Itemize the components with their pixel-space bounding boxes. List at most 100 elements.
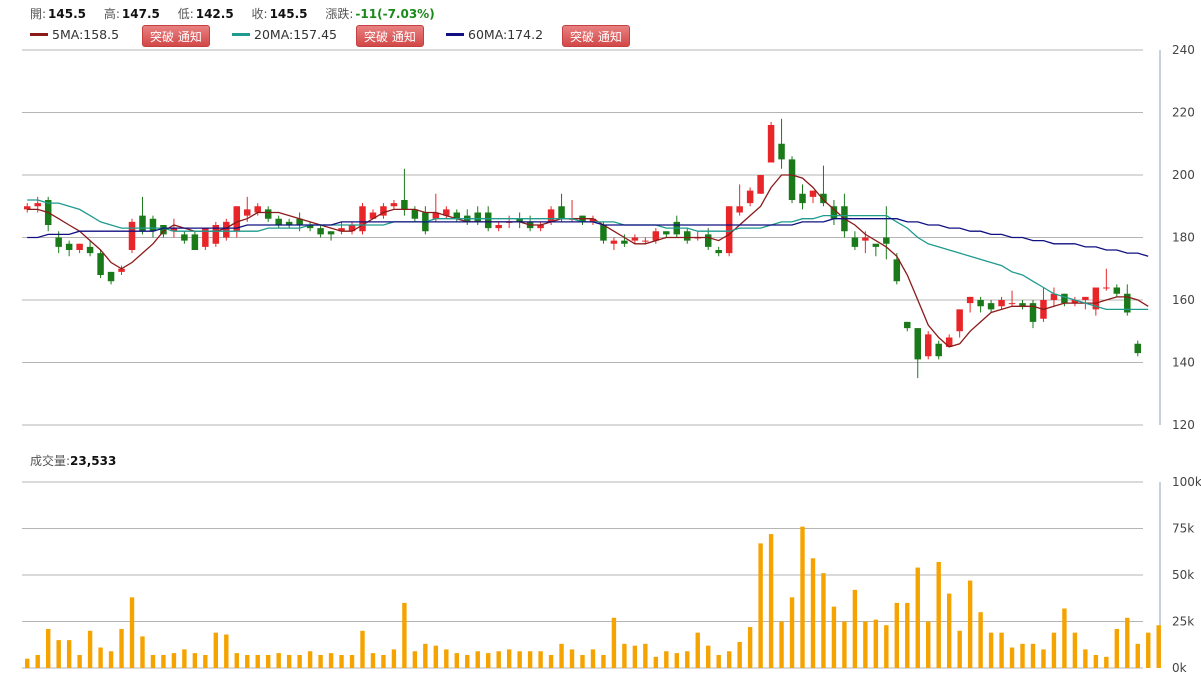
candle-down — [181, 234, 188, 241]
close-label: 收: — [251, 7, 268, 21]
price-tick-label: 200 — [1172, 168, 1195, 182]
volume-bar — [339, 654, 344, 668]
volume-bar — [685, 651, 690, 668]
candle-up — [359, 206, 366, 232]
volume-bar — [800, 526, 805, 668]
candle-down — [55, 237, 62, 247]
volume-bar — [1114, 628, 1120, 668]
volume-bar — [517, 651, 522, 668]
ma5-legend: 5MA:158.5 — [30, 27, 119, 47]
candle-down — [684, 231, 691, 241]
candle-up — [34, 203, 41, 207]
volume-bar — [140, 636, 145, 668]
ma20-swatch — [232, 33, 250, 36]
volume-bar — [1125, 617, 1130, 668]
volume-bar — [580, 654, 585, 668]
candle-down — [851, 237, 859, 247]
ma5-breakout-alert-button[interactable]: 突破 通知 — [142, 25, 210, 47]
price-tick-label: 120 — [1172, 418, 1195, 432]
ma-line-20ma — [27, 199, 1149, 311]
volume-bar — [276, 653, 281, 668]
candle-down — [715, 250, 722, 254]
volume-bar — [423, 643, 428, 668]
high-value: 147.5 — [121, 7, 160, 21]
volume-bar — [569, 649, 575, 668]
candle-up — [128, 221, 136, 250]
open-value: 145.5 — [48, 7, 87, 21]
volume-tick-label: 75k — [1172, 522, 1194, 536]
candle-up — [610, 240, 618, 244]
volume-bar — [957, 630, 962, 668]
candle-up — [924, 334, 932, 357]
ma5-swatch — [30, 33, 48, 36]
volume-bar — [87, 630, 93, 668]
candle-up — [862, 237, 869, 241]
volume-bar — [747, 627, 753, 668]
candle-down — [600, 225, 607, 241]
candle-up — [223, 221, 230, 238]
price-tick-label: 240 — [1172, 43, 1195, 57]
candle-up — [1008, 303, 1016, 305]
candle-down — [704, 234, 712, 247]
volume-bar — [506, 649, 512, 668]
volume-bar — [831, 606, 837, 668]
volume-bar — [852, 589, 858, 668]
ma60-value: 60MA:174.2 — [468, 27, 544, 42]
candle-down — [264, 209, 272, 219]
volume-bar — [360, 630, 365, 668]
candle-down — [904, 321, 911, 329]
volume-bar — [412, 651, 418, 668]
candle-down — [149, 218, 157, 232]
volume-bar — [77, 654, 82, 668]
open-label: 開: — [30, 7, 47, 21]
candle-up — [956, 309, 963, 332]
candle-up — [495, 225, 502, 229]
volume-bar — [706, 645, 711, 668]
volume-bar — [486, 653, 491, 668]
ma5-value: 5MA:158.5 — [52, 27, 120, 42]
candle-down — [621, 240, 628, 244]
candle-down — [893, 259, 901, 282]
volume-bar — [1062, 608, 1067, 668]
volume-bar — [758, 543, 763, 668]
volume-bar — [611, 617, 617, 668]
price-tick-label: 160 — [1172, 293, 1195, 307]
volume-bar — [444, 649, 449, 668]
candlestick-series — [23, 118, 1142, 379]
ma20-legend: 20MA:157.45 — [232, 27, 337, 47]
candle-down — [977, 300, 984, 307]
volume-bar — [978, 612, 983, 668]
candle-down — [1113, 287, 1121, 294]
candle-down — [411, 209, 419, 219]
candle-up — [998, 300, 1005, 307]
volume-bar — [863, 621, 868, 668]
candle-down — [788, 159, 796, 200]
volume-bar — [967, 580, 973, 668]
candle-down — [799, 193, 806, 204]
volume-bar — [988, 632, 994, 668]
volume-bar — [496, 651, 501, 668]
price-tick-label: 180 — [1172, 231, 1195, 245]
ma20-breakout-alert-button[interactable]: 突破 通知 — [356, 25, 424, 47]
candle-up — [767, 125, 775, 163]
volume-bar — [381, 654, 386, 668]
volume-bar — [370, 653, 376, 668]
volume-bar — [402, 602, 407, 668]
ma60-breakout-alert-button[interactable]: 突破 通知 — [562, 25, 630, 47]
volume-bar — [475, 651, 480, 668]
volume-bar — [1009, 647, 1015, 668]
ohlc-info: 開: 145.5 高: 147.5 低: 142.5 收: 145.5 漲跌: -11(-… — [30, 5, 437, 23]
candle-down — [1134, 343, 1142, 354]
volume-bar — [1135, 643, 1140, 668]
volume-bar — [810, 558, 816, 668]
volume-bar — [873, 619, 879, 668]
candle-up — [809, 190, 817, 197]
volume-bar — [266, 654, 271, 668]
volume-bar — [318, 654, 323, 668]
volume-bar — [664, 651, 669, 668]
candle-down — [935, 343, 942, 357]
candle-down — [191, 234, 199, 250]
volume-bar — [1072, 632, 1078, 668]
volume-bar — [465, 654, 470, 668]
price-tick-label: 220 — [1172, 106, 1195, 120]
